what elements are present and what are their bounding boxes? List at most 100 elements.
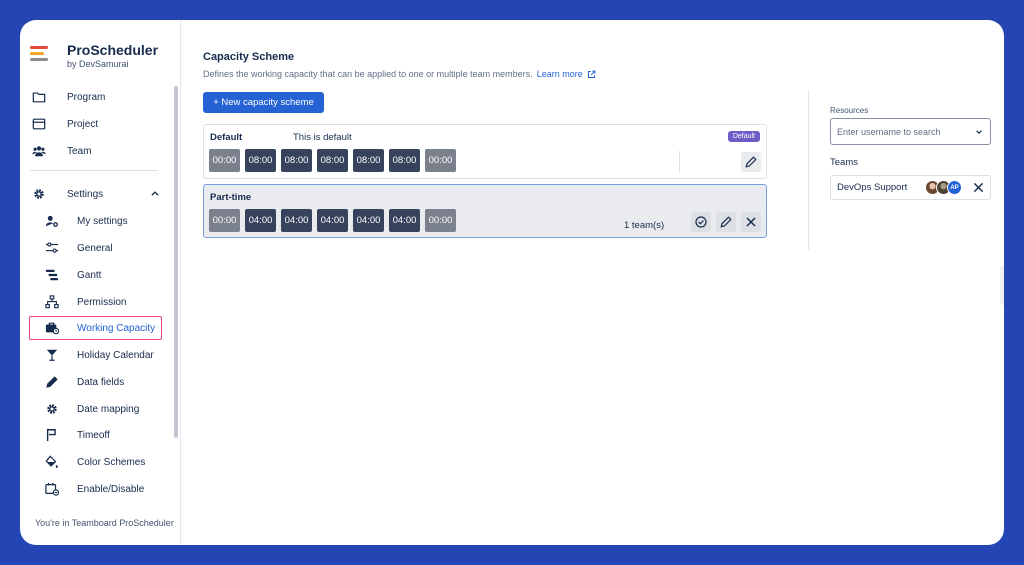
hours-chip: 00:00: [425, 149, 456, 172]
learn-more-label: Learn more: [536, 69, 583, 79]
gantt-icon: [45, 269, 59, 281]
sidebar-footer: You're in Teamboard ProScheduler: [35, 518, 174, 528]
user-settings-icon: [45, 215, 58, 227]
delete-button[interactable]: [741, 212, 761, 232]
hours-chip: 04:00: [353, 209, 384, 232]
settings-item-color-schemes[interactable]: Color Schemes: [29, 450, 162, 474]
brand[interactable]: ProScheduler by DevSamurai: [30, 42, 158, 70]
chevron-up-icon: [151, 191, 159, 196]
hours-row: 00:00 04:00 04:00 04:00 04:00 04:00 00:0…: [209, 209, 461, 232]
resource-search-placeholder: Enter username to search: [837, 126, 941, 137]
paint-bucket-icon: [45, 455, 58, 468]
new-capacity-scheme-button[interactable]: + New capacity scheme: [203, 92, 324, 113]
remove-team-icon[interactable]: [973, 182, 984, 193]
hours-chip: 08:00: [281, 149, 312, 172]
flag-icon: [46, 429, 56, 442]
collapsed-panel-handle[interactable]: [1000, 265, 1004, 305]
learn-more-link[interactable]: Learn more: [537, 69, 596, 79]
settings-item-permission[interactable]: Permission: [29, 290, 162, 314]
chevron-down-icon: [976, 130, 982, 135]
settings-item-data-fields[interactable]: Data fields: [29, 370, 162, 394]
settings-item-working-capacity[interactable]: Working Capacity: [29, 316, 162, 340]
panel-divider: [808, 90, 809, 250]
avatar: AP: [947, 180, 962, 195]
team-count: 1 team(s): [624, 220, 665, 231]
close-icon: [746, 217, 756, 227]
settings-item-enable-disable[interactable]: Enable/Disable: [29, 477, 162, 501]
sliders-icon: [45, 242, 59, 253]
sidebar-divider: [30, 170, 158, 171]
hours-chip: 08:00: [389, 149, 420, 172]
hierarchy-icon: [45, 295, 59, 309]
settings-item-label: Working Capacity: [77, 322, 156, 334]
scheme-card-part-time[interactable]: Part-time 00:00 04:00 04:00 04:00 04:00 …: [203, 184, 767, 238]
settings-toggle[interactable]: Settings: [32, 184, 172, 204]
sidebar: ProScheduler by DevSamurai Program Proje…: [20, 20, 181, 545]
resource-search-select[interactable]: Enter username to search: [830, 118, 991, 145]
hours-chip: 04:00: [281, 209, 312, 232]
hours-chip: 00:00: [425, 209, 456, 232]
nav-item-label: Program: [67, 91, 106, 103]
scheme-name: Part-time: [210, 192, 252, 203]
team-chip[interactable]: DevOps Support AP: [830, 175, 991, 200]
hours-chip: 04:00: [317, 209, 348, 232]
card-divider: [679, 151, 680, 172]
settings-item-holiday-calendar[interactable]: Holiday Calendar: [29, 343, 162, 367]
hours-chip: 08:00: [353, 149, 384, 172]
settings-item-label: General: [77, 242, 113, 254]
capacity-icon: [45, 322, 59, 335]
hours-chip: 00:00: [209, 209, 240, 232]
pencil-icon: [46, 376, 58, 388]
settings-item-date-mapping[interactable]: Date mapping: [29, 397, 162, 421]
page-description-text: Defines the working capacity that can be…: [203, 69, 533, 79]
main-content: Capacity Scheme Defines the working capa…: [181, 20, 1004, 545]
settings-item-label: Gantt: [77, 269, 102, 281]
pencil-icon: [745, 156, 757, 168]
nav-item-label: Project: [67, 118, 99, 130]
team-icon: [32, 146, 46, 157]
teams-label: Teams: [830, 157, 858, 168]
settings-item-label: Enable/Disable: [77, 483, 145, 495]
external-link-icon: [587, 70, 596, 78]
proscheduler-logo-icon: [30, 46, 50, 64]
settings-item-gantt[interactable]: Gantt: [29, 263, 162, 287]
nav-item-project[interactable]: Project: [32, 114, 172, 134]
settings-item-timeoff[interactable]: Timeoff: [29, 423, 162, 447]
window-icon: [32, 118, 46, 130]
default-badge: Default: [727, 131, 760, 142]
settings-item-label: Permission: [77, 296, 127, 308]
scheme-name: Default: [210, 132, 243, 143]
app-window: ProScheduler by DevSamurai Program Proje…: [20, 20, 1004, 545]
gear-icon: [34, 189, 44, 199]
brand-subtitle: by DevSamurai: [67, 59, 129, 69]
settings-item-label: Data fields: [77, 376, 125, 388]
pencil-icon: [720, 216, 732, 228]
check-circle-icon: [695, 216, 707, 228]
sidebar-scrollbar[interactable]: [174, 86, 178, 438]
gear-icon: [47, 404, 57, 414]
settings-item-label: Date mapping: [77, 403, 140, 415]
settings-item-label: Timeoff: [77, 429, 110, 441]
hours-row: 00:00 08:00 08:00 08:00 08:00 08:00 00:0…: [209, 149, 461, 172]
hours-chip: 04:00: [245, 209, 276, 232]
nav-item-label: Team: [67, 145, 92, 157]
hours-chip: 04:00: [389, 209, 420, 232]
edit-button[interactable]: [716, 212, 736, 232]
team-name: DevOps Support: [837, 182, 908, 193]
settings-item-label: Color Schemes: [77, 456, 146, 468]
brand-name: ProScheduler: [67, 42, 159, 58]
hours-chip: 00:00: [209, 149, 240, 172]
resources-label: Resources: [830, 106, 869, 115]
scheme-card-default[interactable]: Default This is default Default 00:00 08…: [203, 124, 767, 179]
edit-button[interactable]: [741, 152, 761, 172]
nav-item-team[interactable]: Team: [32, 141, 172, 161]
calendar-toggle-icon: [45, 482, 59, 496]
settings-item-my-settings[interactable]: My settings: [29, 209, 162, 233]
settings-item-label: Holiday Calendar: [77, 349, 154, 361]
settings-item-general[interactable]: General: [29, 236, 162, 260]
nav-item-program[interactable]: Program: [32, 87, 172, 107]
team-avatars: AP: [925, 180, 962, 195]
settings-label: Settings: [67, 188, 104, 200]
hours-chip: 08:00: [245, 149, 276, 172]
apply-button[interactable]: [691, 212, 711, 232]
